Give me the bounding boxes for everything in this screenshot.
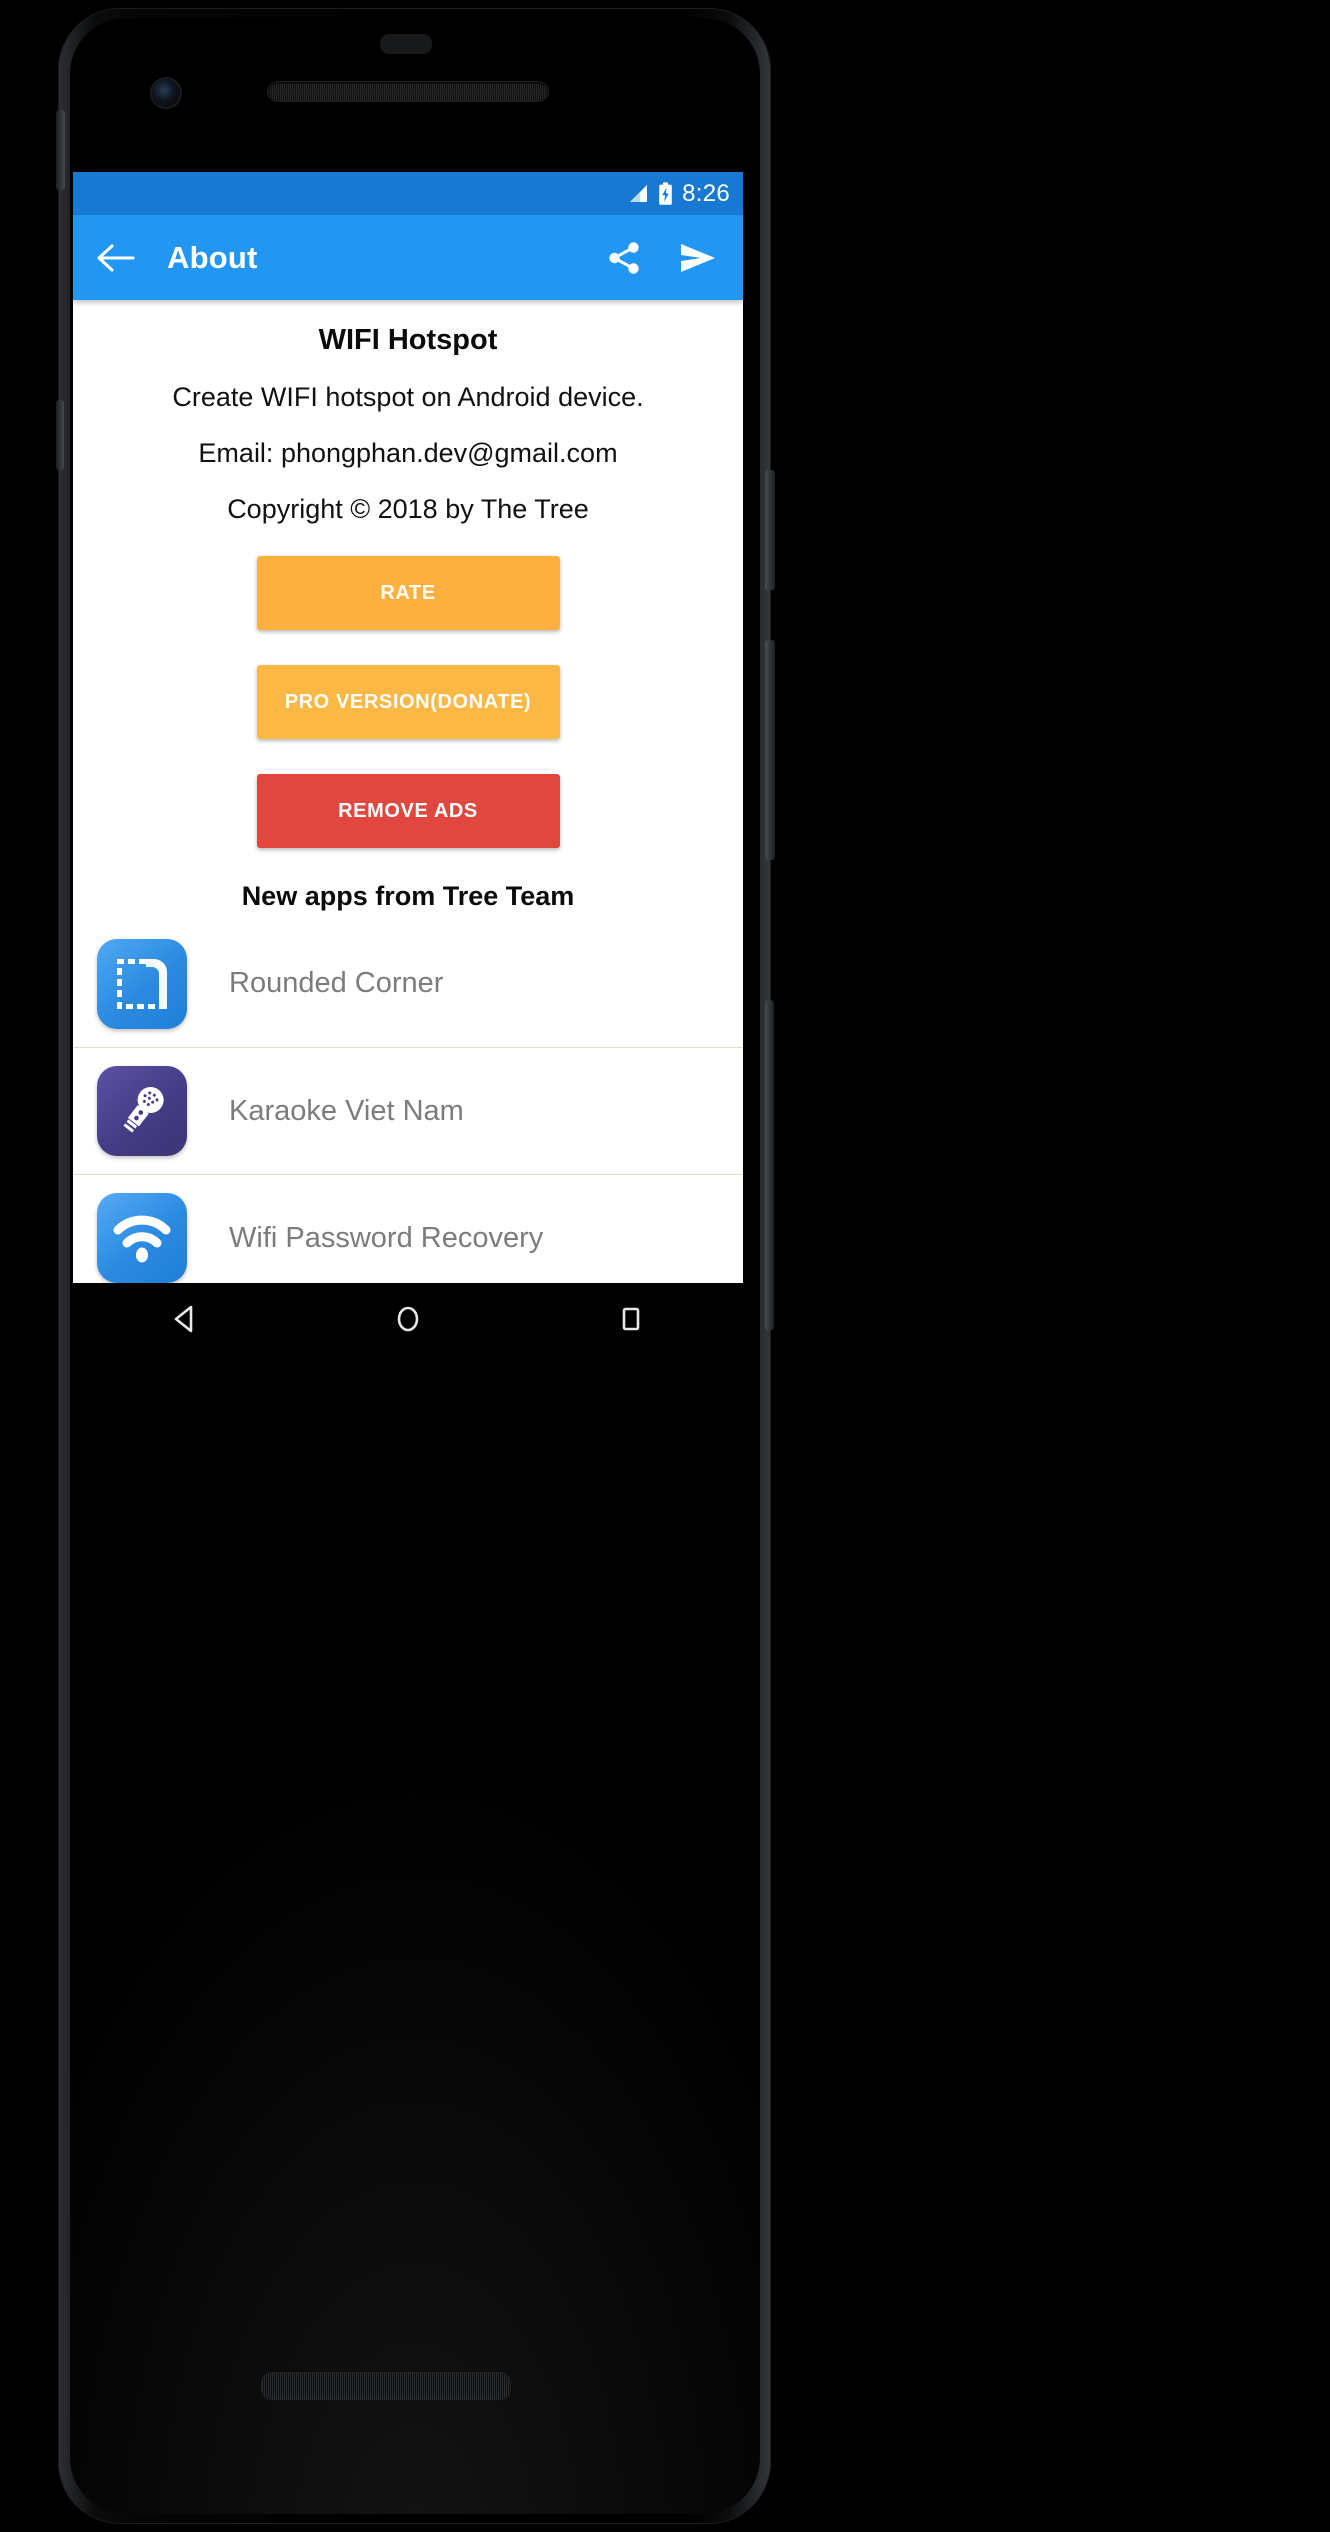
page-title: About [167,239,258,275]
screenshot-stage: 8:26 About WIFI Hotspot Create WIFI hots… [0,0,1330,2532]
sensor-notch [380,34,432,54]
nav-back-triangle-icon[interactable] [150,1295,220,1343]
send-icon[interactable] [675,235,721,281]
phone-screen: 8:26 About WIFI Hotspot Create WIFI hots… [73,172,743,1283]
back-arrow-icon[interactable] [95,237,137,279]
front-camera-icon [152,79,180,107]
rate-button-row: RATE [73,525,743,630]
earpiece-speaker [268,82,548,101]
left-rail-top [56,110,65,190]
copyright-text: Copyright © 2018 by The Tree [227,494,589,524]
side-rail [765,1000,774,1330]
remove-ads-button-row: REMOVE ADS [73,739,743,848]
pro-version-donate-button[interactable]: PRO VERSION(DONATE) [256,665,560,739]
microphone-app-icon [97,1066,187,1156]
new-apps-heading: New apps from Tree Team [241,881,575,911]
list-item[interactable]: Rounded Corner [73,920,743,1047]
list-item[interactable]: Wifi Password Recovery [73,1174,743,1283]
app-toolbar: About [73,215,743,300]
rounded-corner-app-icon [97,938,187,1029]
rate-button[interactable]: RATE [256,556,560,630]
battery-charging-icon [659,181,672,205]
volume-button[interactable] [765,640,775,860]
status-bar-clock: 8:26 [682,179,730,207]
nav-recents-square-icon[interactable] [596,1295,666,1343]
list-item[interactable]: Karaoke Viet Nam [73,1047,743,1174]
new-apps-list: Rounded Corner Karaoke Viet Nam Wifi Pas… [73,920,743,1283]
left-rail-bottom [56,400,64,470]
share-icon[interactable] [601,235,647,281]
remove-ads-button[interactable]: REMOVE ADS [256,774,560,848]
list-item-label: Rounded Corner [229,967,444,999]
app-name-heading: WIFI Hotspot [318,324,498,356]
app-description: Create WIFI hotspot on Android device. [172,382,644,412]
wifi-app-icon [97,1193,187,1283]
pro-button-row: PRO VERSION(DONATE) [73,630,743,739]
list-item-label: Wifi Password Recovery [229,1221,544,1254]
nav-home-circle-icon[interactable] [373,1295,443,1343]
about-content: WIFI Hotspot Create WIFI hotspot on Andr… [73,300,743,1283]
signal-bars-icon [630,185,648,202]
power-button[interactable] [765,470,775,590]
contact-email: Email: phongphan.dev@gmail.com [198,438,618,468]
status-bar: 8:26 [73,172,743,215]
bottom-speaker [262,2373,510,2399]
android-navigation-bar [73,1283,743,1355]
list-item-label: Karaoke Viet Nam [229,1094,464,1127]
